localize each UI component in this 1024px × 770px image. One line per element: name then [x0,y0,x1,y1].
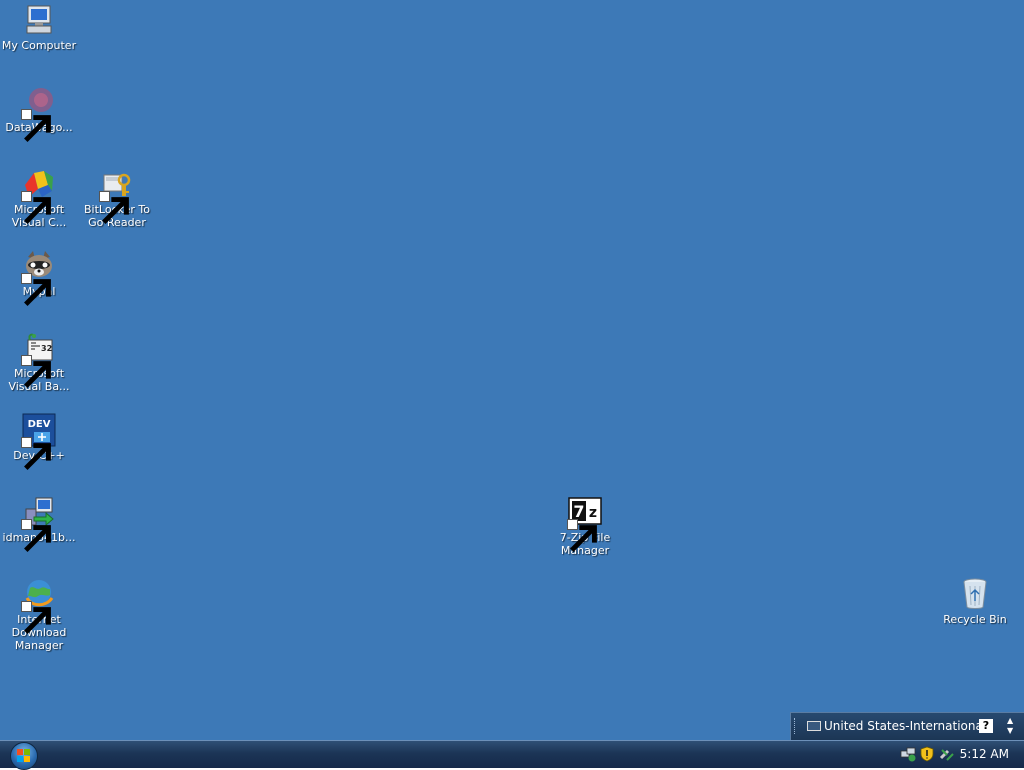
language-bar-options-icon[interactable]: ▲ ▼ [1007,716,1013,736]
desktop: My Computer DataWago... Microsoft Visual… [0,0,1024,740]
start-button[interactable] [10,742,38,770]
shortcut-arrow-icon [21,355,51,388]
desktop-icon-label: My Computer [1,39,77,52]
desktop-icon-visual-cpp[interactable]: Microsoft Visual C... [1,167,77,229]
help-icon[interactable]: ? [979,719,993,733]
desktop-icon-idman-installer[interactable]: idman641b... [1,495,77,552]
windows-logo-icon [17,749,30,762]
visual-basic-icon: 32 [21,331,56,388]
shortcut-arrow-icon [21,519,51,552]
shortcut-arrow-icon [99,191,129,224]
clock[interactable]: 5:12 AM [960,747,1009,761]
datawagon-icon [21,85,56,142]
language-bar[interactable]: United States-International ? ▲ ▼ [790,712,1024,740]
desktop-icon-label: Recycle Bin [943,613,1007,626]
desktop-icon-bitlocker[interactable]: BitLocker To Go Reader [79,167,155,229]
computer-icon [22,3,56,37]
desktop-icon-mypal[interactable]: Mypal [1,249,77,306]
keyboard-icon [807,721,821,731]
taskbar: 5:12 AM [0,740,1024,770]
shortcut-arrow-icon [567,519,597,552]
7zip-icon: 7 z [567,495,602,552]
svg-text:32: 32 [41,344,52,353]
desktop-icon-datawagon[interactable]: DataWago... [1,85,77,142]
shortcut-arrow-icon [21,437,51,470]
mypal-raccoon-icon [21,249,56,306]
desktop-icon-my-computer[interactable]: My Computer [1,3,77,52]
security-shield-icon[interactable] [919,746,935,762]
internet-download-manager-icon [21,577,56,634]
desktop-icon-7zip[interactable]: 7 z 7-Zip File Manager [547,495,623,557]
shortcut-arrow-icon [21,109,51,142]
desktop-icon-dev-cpp[interactable]: DEV Dev-C++ [1,413,77,470]
svg-text:DEV: DEV [28,419,51,430]
bitlocker-icon [99,167,134,224]
dev-cpp-icon: DEV [21,413,56,470]
shortcut-arrow-icon [21,191,51,224]
recycle-bin-icon [958,577,992,611]
input-language-label[interactable]: United States-International [824,719,986,733]
network-icon[interactable] [900,746,916,762]
desktop-icon-internet-download-manager[interactable]: Internet Download Manager [1,577,77,652]
shortcut-arrow-icon [21,273,51,306]
desktop-icon-visual-basic[interactable]: 32 Microsoft Visual Ba... [1,331,77,393]
system-tray: 5:12 AM [896,741,1024,768]
svg-text:z: z [589,505,597,521]
visual-cpp-icon [21,167,56,224]
safely-remove-hardware-icon[interactable] [938,746,954,762]
desktop-icon-recycle-bin[interactable]: Recycle Bin [937,577,1013,626]
shortcut-arrow-icon [21,601,51,634]
language-bar-grip[interactable] [794,718,797,734]
installer-icon [21,495,56,552]
